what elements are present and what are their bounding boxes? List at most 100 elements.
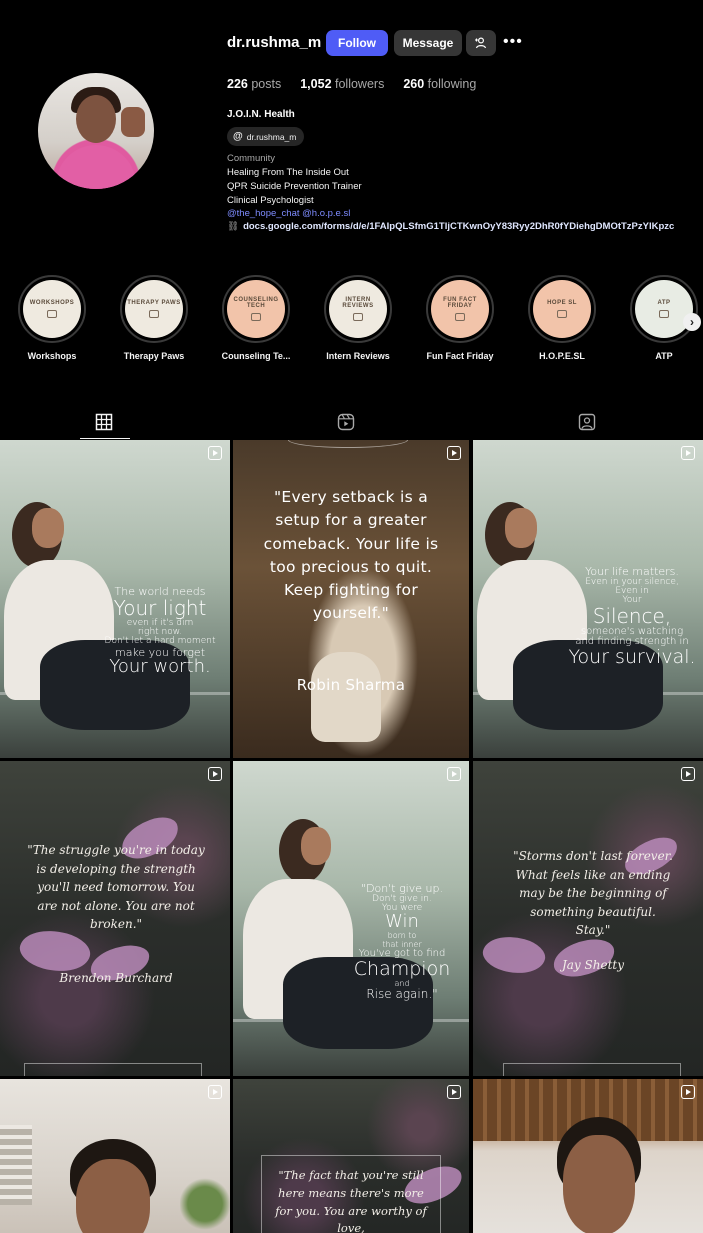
profile-avatar[interactable] [38,73,154,189]
highlight-cover-icon [353,313,363,321]
person-face [505,508,537,548]
post-overlay-text: The world needs Your light even if it's … [92,586,228,677]
bio-external-link[interactable]: ⛓ docs.google.com/forms/d/e/1FAIpQLSfmG1T… [227,221,703,232]
posts-stat-label: posts [251,77,282,91]
threads-icon: @ [233,131,243,142]
frame-box [503,1063,681,1076]
highlight-badge-text: ATP [657,300,671,306]
message-button[interactable]: Message [394,30,462,56]
overlay-line: Your light [113,595,207,620]
reel-indicator-icon [681,767,695,781]
highlight-badge-text: WORKSHOPS [29,300,75,306]
highlight-hope-sl[interactable]: HOPE SL H.O.P.E.SL [517,275,607,361]
post-quote-text: "The struggle you're in today is develop… [27,843,205,932]
tab-posts[interactable] [95,413,115,431]
highlight-cover: ATP [635,280,693,338]
profile-category: Community [227,153,276,164]
reel-indicator-icon [208,446,222,460]
highlight-badge-text: FUN FACT FRIDAY [443,297,477,309]
follow-button[interactable]: Follow [326,30,388,56]
post-tile-9[interactable] [473,1079,703,1233]
bio-link-text: docs.google.com/forms/d/e/1FAIpQLSfmG1Tl… [243,221,675,232]
followers-stat-label: followers [335,77,385,91]
bio-mentions-link[interactable]: @the_hope_chat @h.o.p.e.sl [227,208,350,219]
highlight-badge-text: HOPE SL [547,300,577,306]
bio-line: QPR Suicide Prevention Trainer [227,180,362,192]
tab-tagged[interactable] [578,413,598,431]
profile-bio: Healing From The Inside Out QPR Suicide … [227,166,362,207]
post-tile-3[interactable]: Your life matters. Even in your silence,… [473,440,703,758]
highlight-badge-text: COUNSELING TECH [233,297,279,309]
post-tile-8[interactable]: "The fact that you're still here means t… [233,1079,469,1233]
highlight-cover: HOPE SL [533,280,591,338]
post-tile-1[interactable]: The world needs Your light even if it's … [0,440,230,758]
post-tile-7[interactable] [0,1079,230,1233]
overlay-line: Champion [353,957,451,980]
post-tile-4[interactable]: "The struggle you're in today is develop… [0,761,230,1076]
overlay-line: Rise again." [366,986,438,1001]
highlight-cover: THERAPY PAWS [125,280,183,338]
highlight-cover-icon [47,310,57,318]
tab-reels[interactable] [337,413,357,431]
highlight-label: Intern Reviews [326,351,390,361]
reel-indicator-icon [447,446,461,460]
more-options-icon[interactable]: ••• [503,33,523,51]
suggested-accounts-button[interactable] [466,30,496,56]
post-quote-author: Brendon Burchard [59,971,173,985]
highlight-label: H.O.P.E.SL [539,351,585,361]
threads-badge[interactable]: @ dr.rushma_m [227,127,305,146]
highlight-cover: COUNSELING TECH [227,280,285,338]
highlight-badge-text: THERAPY PAWS [127,300,181,306]
reel-indicator-icon [208,1085,222,1099]
highlight-ring: COUNSELING TECH [222,275,290,343]
highlight-workshops[interactable]: WORKSHOPS Workshops [7,275,97,361]
highlight-badge-text: INTERN REVIEWS [342,297,374,309]
profile-display-name: J.O.I.N. Health [227,109,295,120]
posts-stat: 226 posts [227,77,281,91]
overlay-line: Silence, [592,603,672,628]
post-quote-author: Jay Shetty [561,958,625,972]
overlay-line: Your survival. [568,645,696,668]
profile-stats: 226 posts 1,052 followers 260 following [227,77,476,91]
highlight-cover-icon [455,313,465,321]
highlight-cover: INTERN REVIEWS [329,280,387,338]
story-highlights: WORKSHOPS Workshops THERAPY PAWS Therapy… [0,275,703,365]
post-tile-5[interactable]: "Don't give up. Don't give in. You were … [233,761,469,1076]
frame-arc [288,440,408,448]
highlight-intern-reviews[interactable]: INTERN REVIEWS Intern Reviews [313,275,403,361]
post-quote-text: "Storms don't last forever. What feels l… [513,849,673,938]
add-person-icon [475,37,487,49]
post-tile-6[interactable]: "Storms don't last forever. What feels l… [473,761,703,1076]
avatar-shirt [56,145,136,189]
grid-icon [95,413,113,431]
highlight-cover-icon [251,313,261,321]
overlay-line: "Don't give up. [361,882,443,895]
following-count: 260 [403,77,425,91]
following-stat[interactable]: 260 following [403,77,476,91]
highlight-label: Fun Fact Friday [426,351,494,361]
highlight-ring: HOPE SL [528,275,596,343]
followers-stat[interactable]: 1,052 followers [300,77,384,91]
post-quote-text: "The fact that you're still here means t… [275,1168,427,1233]
bio-line: Clinical Psychologist [227,194,314,206]
posts-count: 226 [227,77,248,91]
reels-icon [337,413,355,431]
highlight-ring: FUN FACT FRIDAY [426,275,494,343]
highlight-counseling-tech[interactable]: COUNSELING TECH Counseling Te... [211,275,301,361]
highlight-therapy-paws[interactable]: THERAPY PAWS Therapy Paws [109,275,199,361]
reel-indicator-icon [447,767,461,781]
highlight-cover-icon [659,310,669,318]
person-face [32,508,64,548]
threads-handle: dr.rushma_m [246,131,297,142]
overlay-line: Your life matters. [585,565,679,578]
post-tile-2[interactable]: "Every setback is a setup for a greater … [233,440,469,758]
post-overlay-text: "Don't give up. Don't give in. You were … [339,883,465,1001]
profile-tabs [0,405,703,440]
highlights-next-chevron-icon[interactable]: › [683,313,701,331]
tagged-icon [578,413,596,431]
highlight-ring: INTERN REVIEWS [324,275,392,343]
highlight-label: ATP [655,351,673,361]
person-face [76,1159,150,1233]
reel-indicator-icon [681,1085,695,1099]
highlight-fun-fact-friday[interactable]: FUN FACT FRIDAY Fun Fact Friday [415,275,505,361]
